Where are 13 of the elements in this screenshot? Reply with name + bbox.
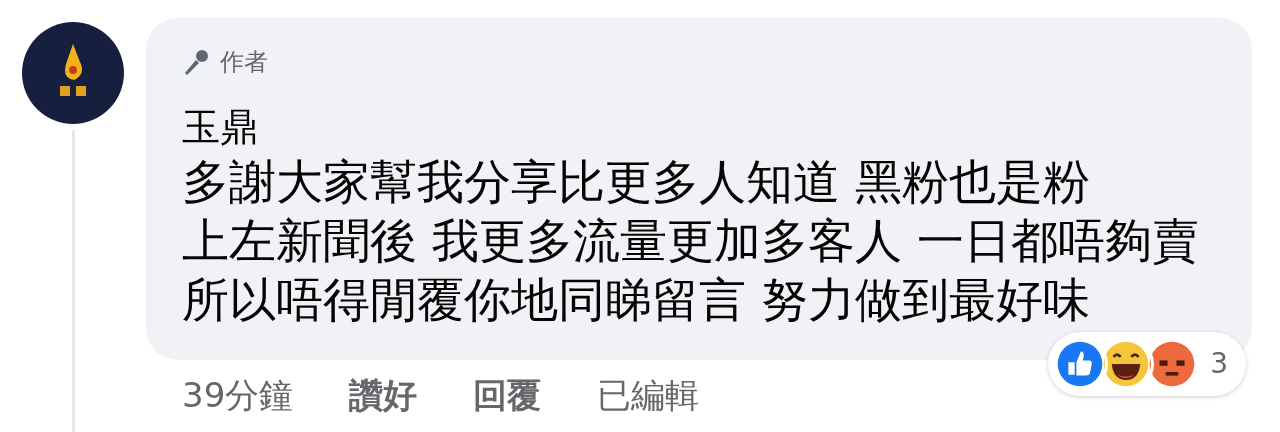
comment-text-line: 上左新聞後 我更多流量更加多客人 一日都唔夠賣 <box>182 212 1199 270</box>
author-label: 作者 <box>220 47 268 78</box>
reaction-count: 3 <box>1210 346 1228 382</box>
like-link[interactable]: 讚好 <box>349 369 418 421</box>
comment-text-line: 多謝大家幫我分享比更多人知道 黑粉也是粉 <box>182 153 1090 211</box>
reply-link[interactable]: 回覆 <box>473 369 542 421</box>
author-name[interactable]: 玉鼎 <box>182 102 258 152</box>
microphone-icon <box>182 48 210 76</box>
reactions-pill[interactable]: 3 <box>1048 332 1246 396</box>
avatar[interactable] <box>22 22 124 124</box>
edited-label: 已編輯 <box>597 373 700 417</box>
comment-text-line: 所以唔得閒覆你地同睇留言 努力做到最好味 <box>182 271 1090 329</box>
timestamp: 39分鐘 <box>182 373 294 417</box>
